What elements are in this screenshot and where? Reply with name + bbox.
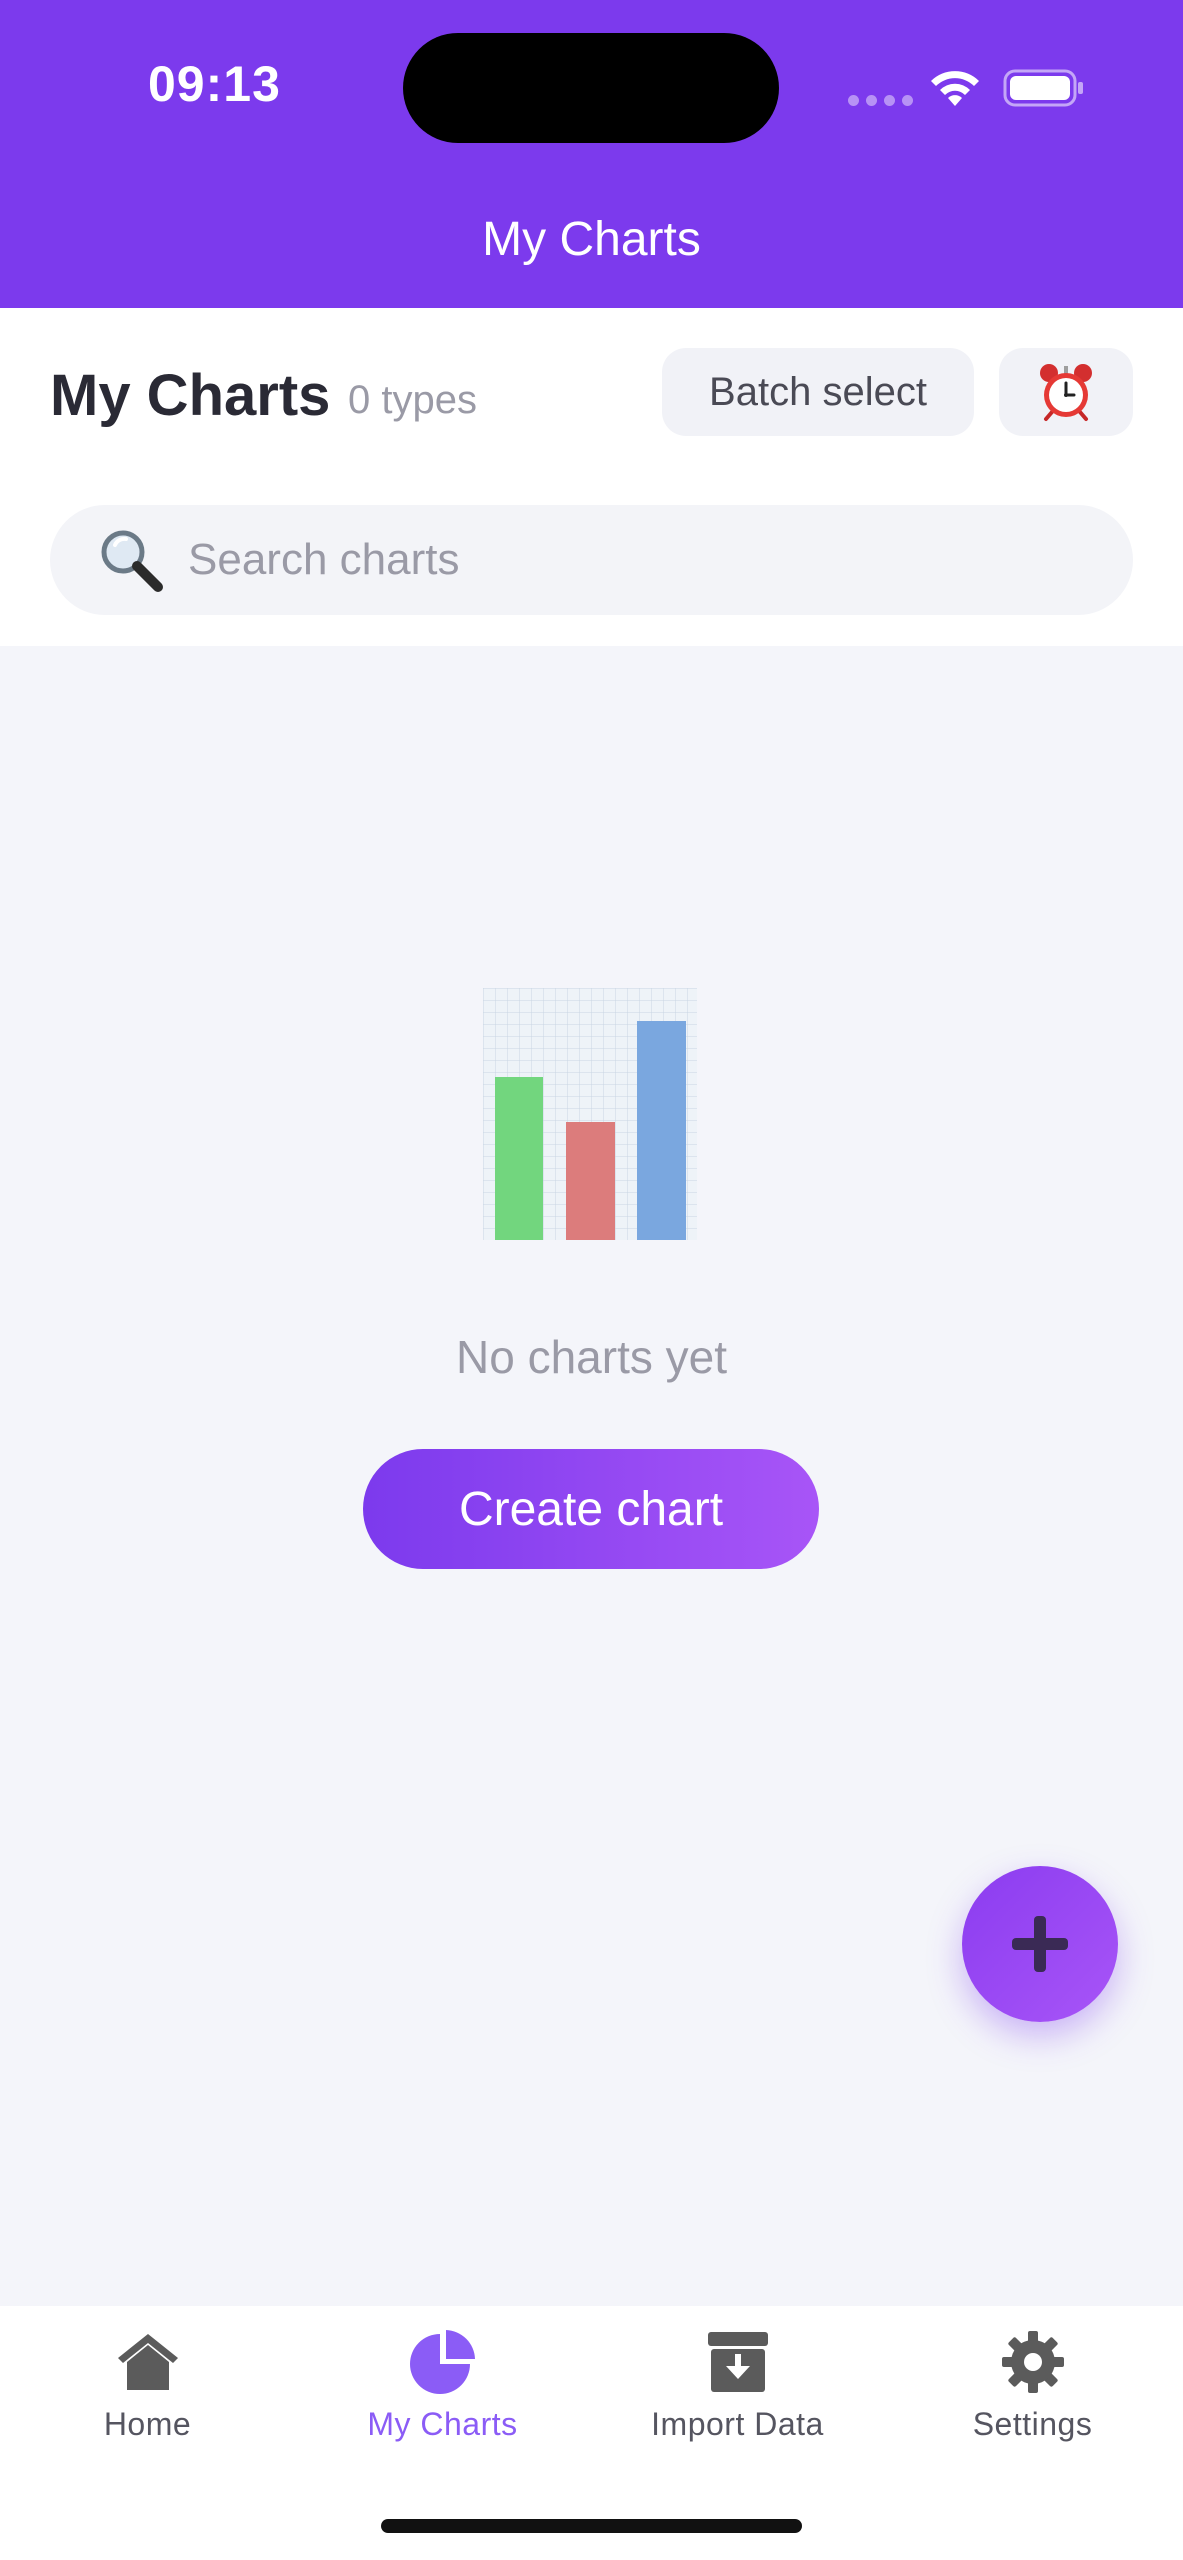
page-title: My Charts <box>50 363 331 428</box>
search-icon <box>101 530 163 592</box>
gear-icon <box>1001 2331 1064 2393</box>
tab-label-settings: Settings <box>972 2406 1093 2442</box>
tab-import-data[interactable]: Import Data <box>590 2326 885 2443</box>
tab-label-home: Home <box>103 2406 192 2442</box>
bar-chart-icon <box>483 988 697 1240</box>
header-title: My Charts <box>482 213 701 266</box>
alarm-clock-icon <box>1040 364 1092 421</box>
search-placeholder: Search charts <box>188 535 460 584</box>
tab-label-import-data: Import Data <box>651 2406 824 2442</box>
tab-settings[interactable]: Settings <box>885 2326 1180 2443</box>
search-input[interactable]: Search charts <box>50 505 1133 615</box>
import-icon <box>707 2332 768 2392</box>
page-header: My Charts 0 types Batch select Search ch… <box>0 308 1183 646</box>
tab-label-my-charts: My Charts <box>367 2406 518 2442</box>
type-count: 0 types <box>348 378 477 422</box>
cellular-signal-icon <box>848 95 913 106</box>
battery-icon <box>1003 69 1083 107</box>
status-time: 09:13 <box>148 56 281 112</box>
home-icon <box>117 2334 178 2390</box>
batch-select-button[interactable]: Batch select <box>662 348 974 436</box>
tab-my-charts[interactable]: My Charts <box>295 2326 590 2443</box>
add-chart-fab[interactable] <box>962 1866 1118 2022</box>
empty-state-message: No charts yet <box>456 1331 727 1383</box>
wifi-icon <box>931 71 979 106</box>
reminder-button[interactable] <box>999 348 1133 436</box>
dynamic-island <box>403 33 779 143</box>
pie-chart-icon <box>409 2330 475 2394</box>
tab-home[interactable]: Home <box>0 2326 295 2443</box>
app-header: 09:13 My Charts <box>0 0 1183 308</box>
create-chart-button[interactable]: Create chart <box>363 1449 819 1569</box>
plus-icon <box>1012 1916 1068 1972</box>
home-indicator[interactable] <box>381 2519 802 2533</box>
